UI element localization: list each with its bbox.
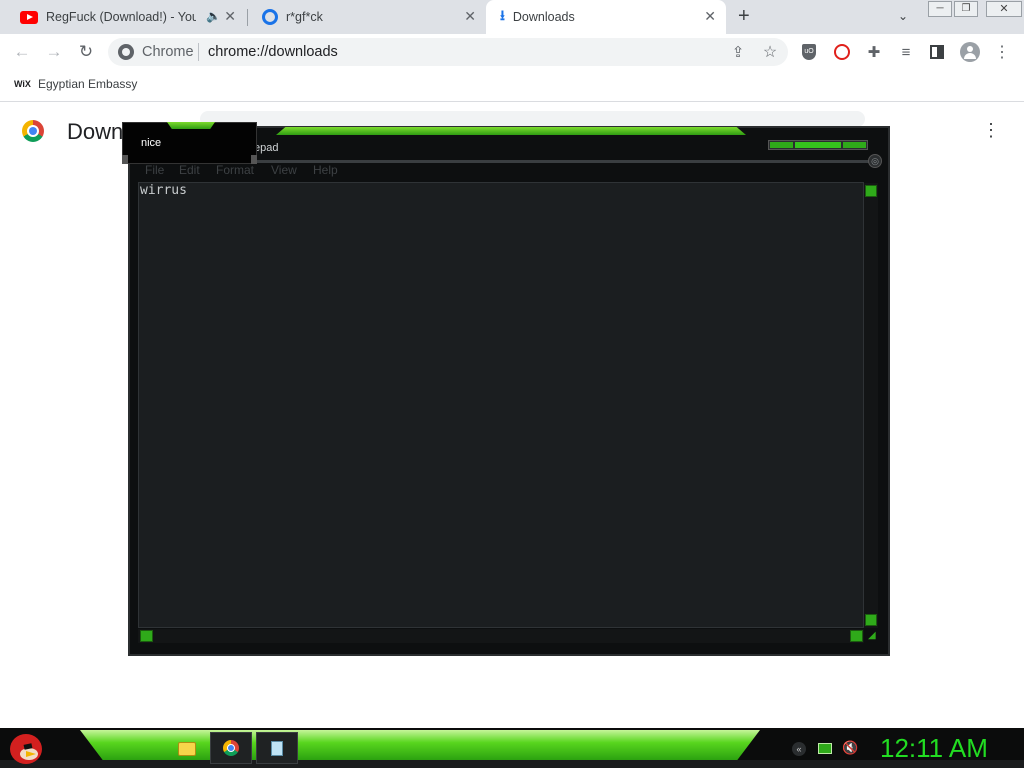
site-chip-label: Chrome	[142, 44, 194, 60]
network-icon[interactable]	[818, 743, 832, 754]
taskbar-notepad[interactable]	[256, 732, 298, 764]
chrome-logo-icon	[22, 120, 44, 142]
folder-icon	[178, 742, 196, 756]
forward-button[interactable]: →	[44, 42, 64, 62]
maximize-button[interactable]	[795, 142, 841, 148]
tab-search-chevron-icon[interactable]: ⌄	[898, 9, 908, 23]
opera-icon[interactable]	[834, 44, 850, 60]
chrome-menu-icon[interactable]: ⋮	[992, 42, 1012, 62]
tab-title: Downloads	[512, 10, 575, 24]
new-tab-button[interactable]: +	[738, 5, 750, 28]
url-text[interactable]: chrome://downloads	[208, 44, 338, 60]
tooltip: nice	[122, 122, 257, 164]
notepad-title-glow	[276, 127, 746, 135]
site-favicon	[262, 9, 278, 25]
maximize-button[interactable]: ❐	[954, 1, 978, 17]
close-window-button[interactable]	[843, 142, 866, 148]
profile-avatar[interactable]	[960, 42, 980, 62]
scroll-up-button[interactable]	[865, 185, 877, 197]
tab-downloads[interactable]: ⭳ Downloads ✕	[486, 0, 726, 34]
downloads-search-bar[interactable]	[200, 111, 865, 127]
menu-edit[interactable]: Edit	[179, 163, 200, 177]
bookmark-star-icon[interactable]: ☆	[760, 42, 780, 62]
taskbar-clock[interactable]: 12:11 AM	[880, 733, 988, 764]
tab-title: r*gf*ck	[286, 10, 323, 24]
notepad-window-controls	[768, 140, 868, 150]
speaker-icon[interactable]: 🔈	[206, 9, 221, 23]
close-window-button[interactable]: ✕	[986, 1, 1022, 17]
volume-muted-icon[interactable]: 🔇	[842, 740, 858, 756]
downloads-page-title: Down	[67, 119, 124, 144]
resize-grip-icon[interactable]: ◢	[868, 630, 880, 642]
notepad-text: wirrus	[140, 183, 187, 198]
close-icon[interactable]: ✕	[224, 8, 236, 25]
omnibox-divider	[198, 43, 199, 61]
scroll-right-button[interactable]	[850, 630, 863, 642]
side-panel-icon[interactable]	[930, 45, 944, 59]
youtube-icon	[20, 10, 38, 24]
taskbar-bottom-rail	[0, 760, 1024, 768]
chrome-icon	[223, 740, 239, 756]
vertical-scrollbar[interactable]	[864, 183, 878, 628]
taskbar-file-explorer[interactable]	[170, 734, 204, 764]
start-button[interactable]	[8, 730, 46, 766]
tab-title: RegFuck (Download!) - YouT	[46, 10, 196, 24]
menu-format[interactable]: Format	[216, 163, 254, 177]
horizontal-scrollbar[interactable]	[138, 629, 864, 643]
minimize-button[interactable]: ─	[928, 1, 952, 17]
reload-button[interactable]: ↻	[76, 42, 96, 62]
angry-bird-icon	[10, 734, 42, 764]
bookmark-egyptian-embassy[interactable]: Egyptian Embassy	[38, 77, 137, 91]
downloads-menu-icon[interactable]: ⋮	[982, 120, 1000, 141]
tab-youtube[interactable]: RegFuck (Download!) - YouT 🔈 ✕	[6, 0, 246, 34]
tooltip-text: nice	[141, 137, 162, 149]
chrome-site-icon	[118, 44, 134, 60]
share-icon[interactable]: ⇪	[728, 42, 748, 62]
close-icon[interactable]: ✕	[704, 8, 716, 25]
back-button[interactable]: ←	[12, 42, 32, 62]
taskbar-chrome[interactable]	[210, 732, 252, 764]
notepad-text-area[interactable]	[138, 182, 864, 628]
notepad-resize-knob-icon[interactable]: ◎	[868, 154, 882, 168]
wix-icon: WiX	[14, 79, 31, 89]
scroll-down-button[interactable]	[865, 614, 877, 626]
media-queue-icon[interactable]: ≡	[896, 42, 916, 62]
notepad-icon	[271, 740, 283, 756]
menu-help[interactable]: Help	[313, 163, 338, 177]
tab-rgfck[interactable]: r*gf*ck ✕	[248, 0, 488, 34]
bookmarks-bar	[0, 70, 1024, 102]
minimize-button[interactable]	[770, 142, 793, 148]
extensions-puzzle-icon[interactable]: ✚	[864, 42, 884, 62]
notepad-title: epad	[254, 142, 279, 154]
download-icon: ⭳	[500, 7, 505, 23]
menu-view[interactable]: View	[271, 163, 297, 177]
window-controls: ─ ❐ ✕	[928, 1, 1024, 17]
close-icon[interactable]: ✕	[464, 8, 476, 25]
scroll-left-button[interactable]	[140, 630, 153, 642]
menu-file[interactable]: File	[145, 163, 164, 177]
ublock-icon[interactable]: uO	[802, 44, 816, 60]
tray-app-icon[interactable]: «	[792, 742, 806, 756]
